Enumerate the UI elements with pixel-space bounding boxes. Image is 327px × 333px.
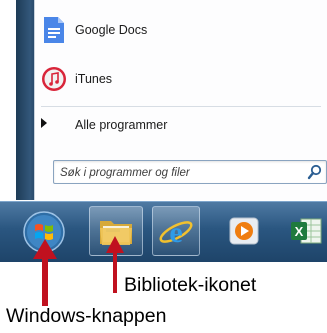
library-icon-caption: Bibliotek-ikonet [124,274,257,296]
arrow-to-windows-orb [33,239,57,306]
arrow-to-library [106,236,124,293]
windows-button-caption: Windows-knappen [6,305,167,327]
